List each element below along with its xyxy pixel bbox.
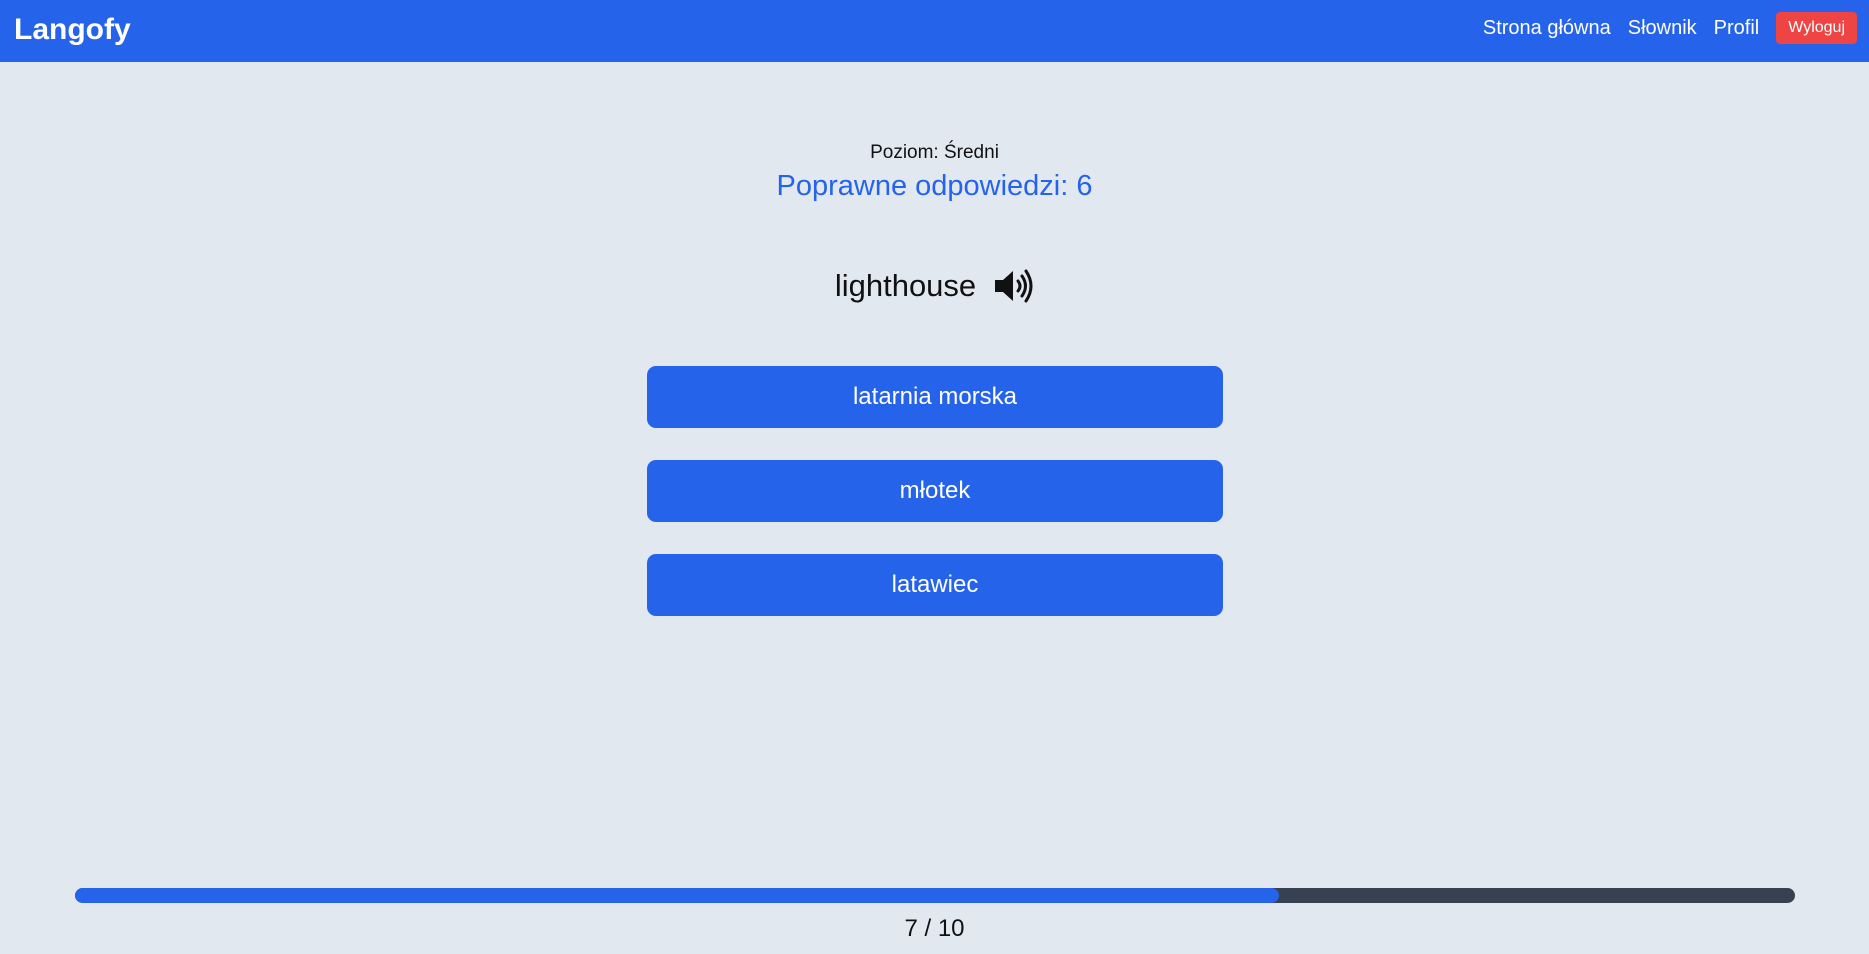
question-word: lighthouse (834, 268, 977, 303)
answer-button[interactable]: latarnia morska (647, 366, 1223, 428)
nav-link-profile[interactable]: Profil (1714, 14, 1760, 42)
progress-bar (75, 888, 1795, 903)
correct-answers-count: Poprawne odpowiedzi: 6 (776, 170, 1093, 202)
progress-bar-fill (75, 888, 1279, 903)
logout-button[interactable]: Wyloguj (1776, 12, 1857, 44)
nav-link-home[interactable]: Strona główna (1483, 14, 1611, 42)
difficulty-level: Poziom: Średni (870, 142, 999, 163)
answer-button[interactable]: młotek (647, 460, 1223, 522)
progress-counter: 7 / 10 (904, 915, 965, 942)
top-navbar: Langofy Strona główna Słownik Profil Wyl… (0, 0, 1869, 62)
answer-button[interactable]: latawiec (647, 554, 1223, 616)
answer-options: latarnia morska młotek latawiec (647, 366, 1223, 648)
nav-links: Strona główna Słownik Profil Wyloguj (1466, 12, 1857, 44)
nav-link-dictionary[interactable]: Słownik (1628, 14, 1697, 42)
speaker-icon[interactable] (992, 267, 1034, 305)
brand-logo[interactable]: Langofy (14, 12, 131, 48)
question-word-row: lighthouse (0, 264, 1869, 308)
